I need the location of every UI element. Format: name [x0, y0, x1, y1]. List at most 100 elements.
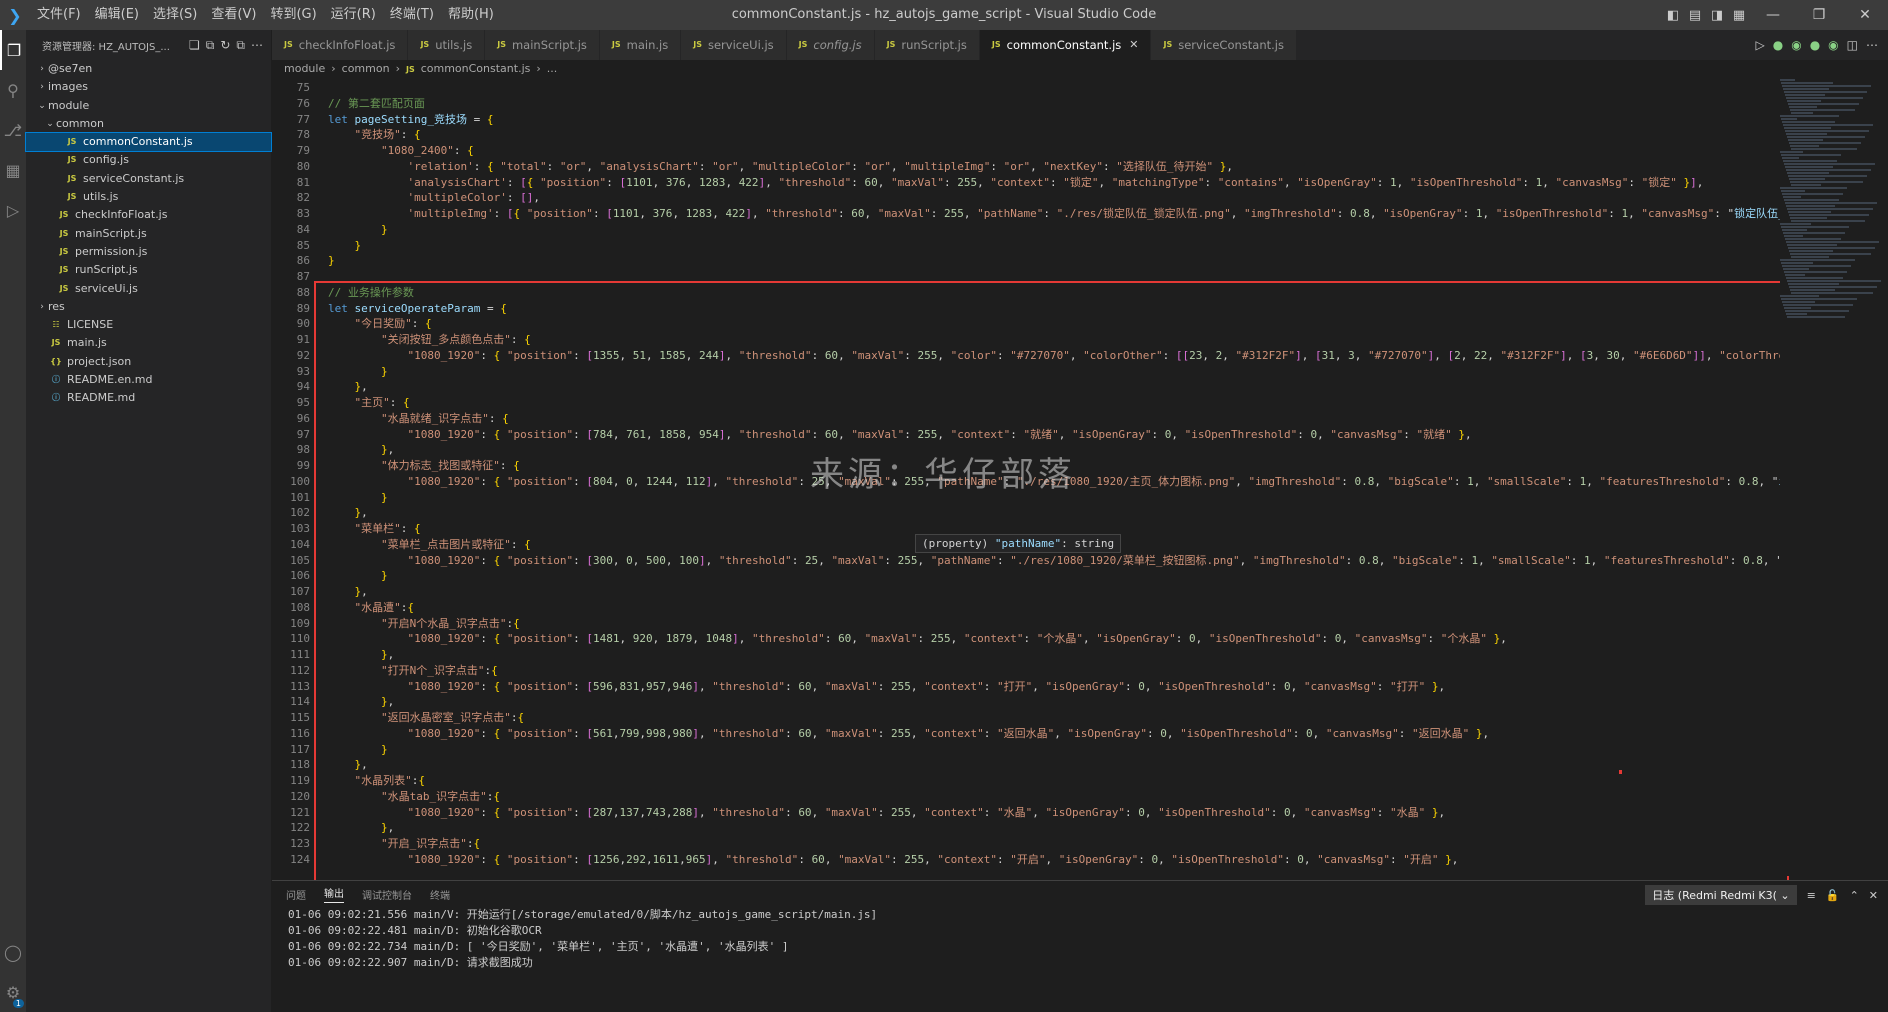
code-line[interactable]: 109 "开启N个水晶_识字点击":{ [272, 616, 1780, 632]
close-window-button[interactable]: ✕ [1842, 0, 1888, 30]
tree-item[interactable]: ☷ LICENSE [26, 316, 271, 334]
code-line[interactable]: 81 'analysisChart': [{ "position": [1101… [272, 175, 1780, 191]
code-line[interactable]: 115 "返回水晶密室_识字点击":{ [272, 710, 1780, 726]
editor-tab[interactable]: JS checkInfoFloat.js [272, 30, 409, 60]
code-line[interactable]: 123 "开启_识字点击":{ [272, 836, 1780, 852]
run-icon[interactable]: ▷ [1755, 38, 1764, 52]
code-line[interactable]: 94 }, [272, 379, 1780, 395]
more-actions-icon[interactable]: ⋯ [251, 38, 263, 53]
panel-tab[interactable]: 输出 [324, 885, 344, 903]
menu-item[interactable]: 帮助(H) [441, 0, 501, 30]
new-folder-icon[interactable]: ⧉ [206, 38, 215, 53]
collapse-all-icon[interactable]: ⧉ [236, 38, 245, 53]
tree-item[interactable]: JS serviceUi.js [26, 280, 271, 298]
code-line[interactable]: 116 "1080_1920": { "position": [561,799,… [272, 726, 1780, 742]
tree-item[interactable]: JS config.js [26, 151, 271, 169]
code-line[interactable]: 118 }, [272, 757, 1780, 773]
tree-item[interactable]: ⌄ common [26, 115, 271, 133]
extensions-icon[interactable]: ▦ [0, 150, 26, 190]
split-editor-icon[interactable]: ◫ [1847, 38, 1858, 52]
code-line[interactable]: 96 "水晶就绪_识字点击": { [272, 411, 1780, 427]
tree-item[interactable]: › images [26, 78, 271, 96]
code-line[interactable]: 75 [272, 80, 1780, 96]
toggle-panel-icon[interactable]: ▤ [1684, 0, 1706, 30]
panel-tab[interactable]: 问题 [286, 887, 306, 902]
refresh-icon[interactable]: ↻ [220, 38, 230, 53]
panel-tab[interactable]: 终端 [430, 887, 450, 902]
tree-item[interactable]: ⓘ README.en.md [26, 371, 271, 389]
tree-item[interactable]: JS checkInfoFloat.js [26, 206, 271, 224]
editor-tab[interactable]: JS commonConstant.js ✕ [979, 30, 1152, 60]
minimize-button[interactable]: — [1750, 0, 1796, 30]
code-line[interactable]: 77 let pageSetting_竞技场 = { [272, 112, 1780, 128]
tree-item[interactable]: JS permission.js [26, 243, 271, 261]
autojs-stop-icon[interactable]: ◉ [1828, 38, 1838, 52]
editor-tab[interactable]: JS serviceConstant.js [1151, 30, 1297, 60]
tree-item[interactable]: JS commonConstant.js [25, 132, 272, 153]
maximize-panel-icon[interactable]: ⌃ [1850, 889, 1859, 902]
code-line[interactable]: 86} [272, 253, 1780, 269]
close-panel-icon[interactable]: ✕ [1869, 889, 1878, 902]
code-line[interactable]: 82 'multipleColor': [], [272, 190, 1780, 206]
breadcrumb-item[interactable]: ... [547, 62, 558, 75]
explorer-icon[interactable]: ❐ [0, 30, 26, 70]
code-line[interactable]: 76 // 第二套匹配页面 [272, 96, 1780, 112]
restore-button[interactable]: ❐ [1796, 0, 1842, 30]
autojs-run-project-icon[interactable]: ◉ [1791, 38, 1801, 52]
toggle-sidebar-icon[interactable]: ◧ [1662, 0, 1684, 30]
menu-item[interactable]: 文件(F) [30, 0, 88, 30]
code-line[interactable]: 90 "今日奖励": { [272, 316, 1780, 332]
lock-scroll-icon[interactable]: 🔓 [1826, 889, 1840, 902]
code-line[interactable]: 89 let serviceOperateParam = { [272, 301, 1780, 317]
code-line[interactable]: 83 'multipleImg': [{ "position": [1101, … [272, 206, 1780, 222]
toggle-secondary-sidebar-icon[interactable]: ◨ [1706, 0, 1728, 30]
editor-tab[interactable]: JS main.js [599, 30, 682, 60]
code-line[interactable]: 114 }, [272, 694, 1780, 710]
tree-item[interactable]: ⌄ module [26, 97, 271, 115]
menu-item[interactable]: 运行(R) [324, 0, 383, 30]
autojs-run-icon[interactable]: ● [1773, 38, 1783, 52]
menu-item[interactable]: 终端(T) [383, 0, 441, 30]
code-line[interactable]: 108 "水晶遭":{ [272, 600, 1780, 616]
tree-item[interactable]: {} project.json [26, 353, 271, 371]
run-debug-icon[interactable]: ▷ [0, 190, 26, 230]
code-line[interactable]: 111 }, [272, 647, 1780, 663]
code-line[interactable]: 117 } [272, 742, 1780, 758]
tree-item[interactable]: JS runScript.js [26, 261, 271, 279]
code-line[interactable]: 121 "1080_1920": { "position": [287,137,… [272, 805, 1780, 821]
tree-item[interactable]: › res [26, 298, 271, 316]
code-line[interactable]: 112 "打开N个_识字点击":{ [272, 663, 1780, 679]
code-line[interactable]: 79 "1080_2400": { [272, 143, 1780, 159]
code-line[interactable]: 105 "1080_1920": { "position": [300, 0, … [272, 553, 1780, 569]
autojs-save-icon[interactable]: ● [1810, 38, 1820, 52]
menu-item[interactable]: 选择(S) [146, 0, 204, 30]
clear-output-icon[interactable]: ≡ [1807, 889, 1816, 902]
menu-item[interactable]: 编辑(E) [88, 0, 146, 30]
editor-tab[interactable]: JS runScript.js [874, 30, 980, 60]
panel-tab[interactable]: 调试控制台 [362, 887, 412, 902]
editor-tab[interactable]: JS utils.js [408, 30, 486, 60]
code-line[interactable]: 120 "水晶tab_识字点击":{ [272, 789, 1780, 805]
code-line[interactable]: 124 "1080_1920": { "position": [1256,292… [272, 852, 1780, 868]
breadcrumb-item[interactable]: common [342, 62, 390, 75]
settings-icon[interactable]: ⚙ 1 [0, 972, 26, 1012]
code-line[interactable]: 110 "1080_1920": { "position": [1481, 92… [272, 631, 1780, 647]
code-line[interactable]: 122 }, [272, 820, 1780, 836]
code-line[interactable]: 85 } [272, 238, 1780, 254]
code-line[interactable]: 95 "主页": { [272, 395, 1780, 411]
code-line[interactable]: 92 "1080_1920": { "position": [1355, 51,… [272, 348, 1780, 364]
code-line[interactable]: 106 } [272, 568, 1780, 584]
code-line[interactable]: 102 }, [272, 505, 1780, 521]
customize-layout-icon[interactable]: ▦ [1728, 0, 1750, 30]
code-line[interactable]: 91 "关闭按钮_多点颜色点击": { [272, 332, 1780, 348]
code-line[interactable]: 107 }, [272, 584, 1780, 600]
tree-item[interactable]: JS utils.js [26, 188, 271, 206]
new-file-icon[interactable]: ❏ [189, 38, 200, 53]
code-line[interactable]: 84 } [272, 222, 1780, 238]
breadcrumb-item[interactable]: commonConstant.js [421, 62, 531, 75]
code-line[interactable]: 78 "竞技场": { [272, 127, 1780, 143]
output-channel-select[interactable]: 日志 (Redmi Redmi K3( ⌄ [1645, 885, 1797, 905]
editor-tab[interactable]: JS config.js [786, 30, 875, 60]
tree-item[interactable]: ⓘ README.md [26, 389, 271, 407]
tree-item[interactable]: JS main.js [26, 334, 271, 352]
